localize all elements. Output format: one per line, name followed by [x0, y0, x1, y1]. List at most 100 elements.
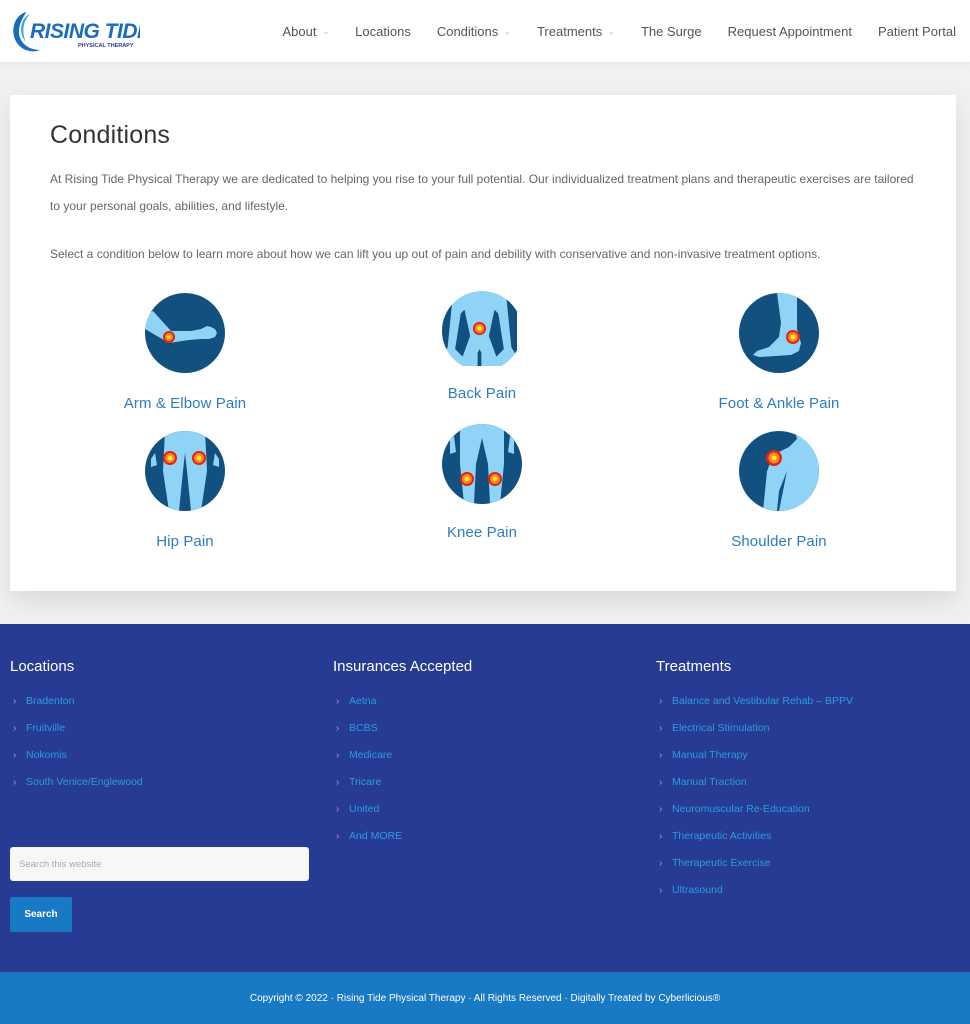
footer-treatment-item: › Neuromuscular Re-Education [656, 803, 853, 830]
chevron-down-icon: ⌄ [322, 27, 330, 36]
main-nav: About ⌄ Locations Conditions ⌄ Treatments ⌄… [256, 0, 956, 62]
condition-back[interactable]: Back Pain [362, 291, 602, 402]
footer-treatments: Treatments › Balance and Vestibular Rehab… [656, 658, 853, 911]
select-condition-text: Select a condition below to learn more a… [50, 247, 821, 261]
footer-treatment-link[interactable]: Therapeutic Exercise [672, 857, 771, 870]
nav-treatments-label: Treatments [536, 23, 603, 39]
nav-locations[interactable]: Locations [355, 24, 411, 39]
footer-insurance-link[interactable]: Aetna [349, 695, 376, 708]
footer-treatment-item: › Therapeutic Exercise [656, 857, 853, 884]
chevron-right-icon: › [659, 777, 663, 788]
footer-insurance-link[interactable]: Medicare [349, 749, 392, 762]
footer-treatment-link[interactable]: Neuromuscular Re-Education [672, 803, 810, 816]
nav-conditions-label: Conditions [436, 23, 499, 39]
footer-treatment-link[interactable]: Manual Therapy [672, 749, 748, 762]
condition-knee[interactable]: Knee Pain [362, 424, 602, 541]
condition-hip[interactable]: Hip Pain [65, 431, 305, 550]
site-logo[interactable]: RISING TIDE PHYSICAL THERAPY [10, 8, 140, 54]
footer-insurances-title: Insurances Accepted [333, 658, 473, 675]
search-input[interactable] [10, 847, 309, 881]
footer-location-item: › South Venice/Englewood [10, 776, 143, 803]
chevron-right-icon: › [659, 750, 663, 761]
chevron-right-icon: › [13, 723, 17, 734]
chevron-right-icon: › [659, 831, 663, 842]
footer-location-link[interactable]: Fruitville [26, 722, 65, 735]
foot-ankle-icon [739, 293, 819, 373]
nav-the-surge-label: The Surge [640, 23, 702, 39]
footer-treatment-link[interactable]: Manual Traction [672, 776, 747, 789]
copyright-text: Copyright © 2022 · Rising Tide Physical … [249, 992, 721, 1004]
chevron-right-icon: › [336, 750, 340, 761]
knee-icon [442, 424, 522, 504]
chevron-right-icon: › [336, 804, 340, 815]
footer-treatment-item: › Balance and Vestibular Rehab – BPPV [656, 695, 853, 722]
footer-treatment-link[interactable]: Balance and Vestibular Rehab – BPPV [672, 695, 853, 708]
footer-insurances: Insurances Accepted › Aetna › BCBS › Medica… [333, 658, 472, 857]
footer-treatment-item: › Manual Therapy [656, 749, 853, 776]
back-icon [442, 291, 522, 371]
footer-treatment-item: › Ultrasound [656, 884, 853, 911]
footer-insurance-item: › Aetna [333, 695, 472, 722]
logo-subtitle: PHYSICAL THERAPY [78, 43, 134, 49]
footer-treatment-item: › Therapeutic Activities [656, 830, 853, 857]
nav-treatments[interactable]: Treatments ⌄ [537, 24, 615, 39]
page-title: Conditions [50, 121, 171, 149]
footer-treatment-link[interactable]: Electrical Stimulation [672, 722, 769, 735]
shoulder-icon [739, 431, 819, 511]
search-button[interactable]: Search [10, 897, 72, 932]
hip-icon [145, 431, 225, 511]
condition-label: Shoulder Pain [731, 533, 827, 550]
chevron-right-icon: › [336, 696, 340, 707]
footer-widgets: Locations › Bradenton › Fruitville › Nokomi… [0, 624, 970, 972]
nav-request-appointment[interactable]: Request Appointment [728, 24, 852, 39]
condition-label: Hip Pain [156, 533, 214, 550]
chevron-right-icon: › [336, 723, 340, 734]
footer-insurance-link[interactable]: And MORE [349, 830, 402, 843]
chevron-right-icon: › [336, 831, 340, 842]
nav-the-surge[interactable]: The Surge [641, 24, 702, 39]
intro-text: At Rising Tide Physical Therapy we are d… [50, 172, 914, 213]
chevron-right-icon: › [13, 777, 17, 788]
footer-treatment-link[interactable]: Ultrasound [672, 884, 723, 897]
condition-arm-elbow[interactable]: Arm & Elbow Pain [65, 293, 305, 412]
footer-locations: Locations › Bradenton › Fruitville › Nokomi… [10, 658, 143, 803]
nav-patient-portal[interactable]: Patient Portal [878, 24, 956, 39]
nav-about-label: About [282, 23, 317, 39]
logo-wave-icon: RISING TIDE PHYSICAL THERAPY [13, 12, 140, 52]
footer-insurance-link[interactable]: United [349, 803, 379, 816]
footer-location-link[interactable]: South Venice/Englewood [26, 776, 143, 789]
chevron-right-icon: › [659, 804, 663, 815]
condition-shoulder[interactable]: Shoulder Pain [659, 431, 899, 550]
footer-location-link[interactable]: Nokomis [26, 749, 67, 762]
nav-locations-label: Locations [355, 23, 411, 39]
footer-insurance-item: › United [333, 803, 472, 830]
condition-label: Arm & Elbow Pain [123, 395, 247, 412]
chevron-right-icon: › [13, 696, 17, 707]
condition-foot-ankle[interactable]: Foot & Ankle Pain [659, 293, 899, 412]
footer-insurance-link[interactable]: BCBS [349, 722, 378, 735]
footer-location-link[interactable]: Bradenton [26, 695, 74, 708]
footer-insurance-item: › Medicare [333, 749, 472, 776]
footer-treatment-item: › Electrical Stimulation [656, 722, 853, 749]
chevron-right-icon: › [659, 696, 663, 707]
nav-request-appointment-label: Request Appointment [727, 23, 852, 39]
nav-about[interactable]: About ⌄ [282, 24, 329, 39]
logo-title: RISING TIDE [30, 20, 140, 43]
footer-insurance-item: › BCBS [333, 722, 472, 749]
chevron-right-icon: › [659, 885, 663, 896]
chevron-right-icon: › [659, 723, 663, 734]
content-card: Conditions At Rising Tide Physical Thera… [10, 95, 956, 591]
footer-location-item: › Nokomis [10, 749, 143, 776]
site-footer: Copyright © 2022 · Rising Tide Physical … [0, 972, 970, 1024]
footer-insurance-link[interactable]: Tricare [349, 776, 381, 789]
chevron-right-icon: › [336, 777, 340, 788]
nav-patient-portal-label: Patient Portal [877, 23, 956, 39]
footer-locations-title: Locations [10, 658, 75, 675]
arm-elbow-icon [145, 293, 225, 373]
chevron-right-icon: › [13, 750, 17, 761]
footer-treatment-link[interactable]: Therapeutic Activities [672, 830, 771, 843]
nav-conditions[interactable]: Conditions ⌄ [437, 24, 511, 39]
footer-insurance-item: › Tricare [333, 776, 472, 803]
footer-location-item: › Fruitville [10, 722, 143, 749]
chevron-down-icon: ⌄ [504, 27, 511, 36]
